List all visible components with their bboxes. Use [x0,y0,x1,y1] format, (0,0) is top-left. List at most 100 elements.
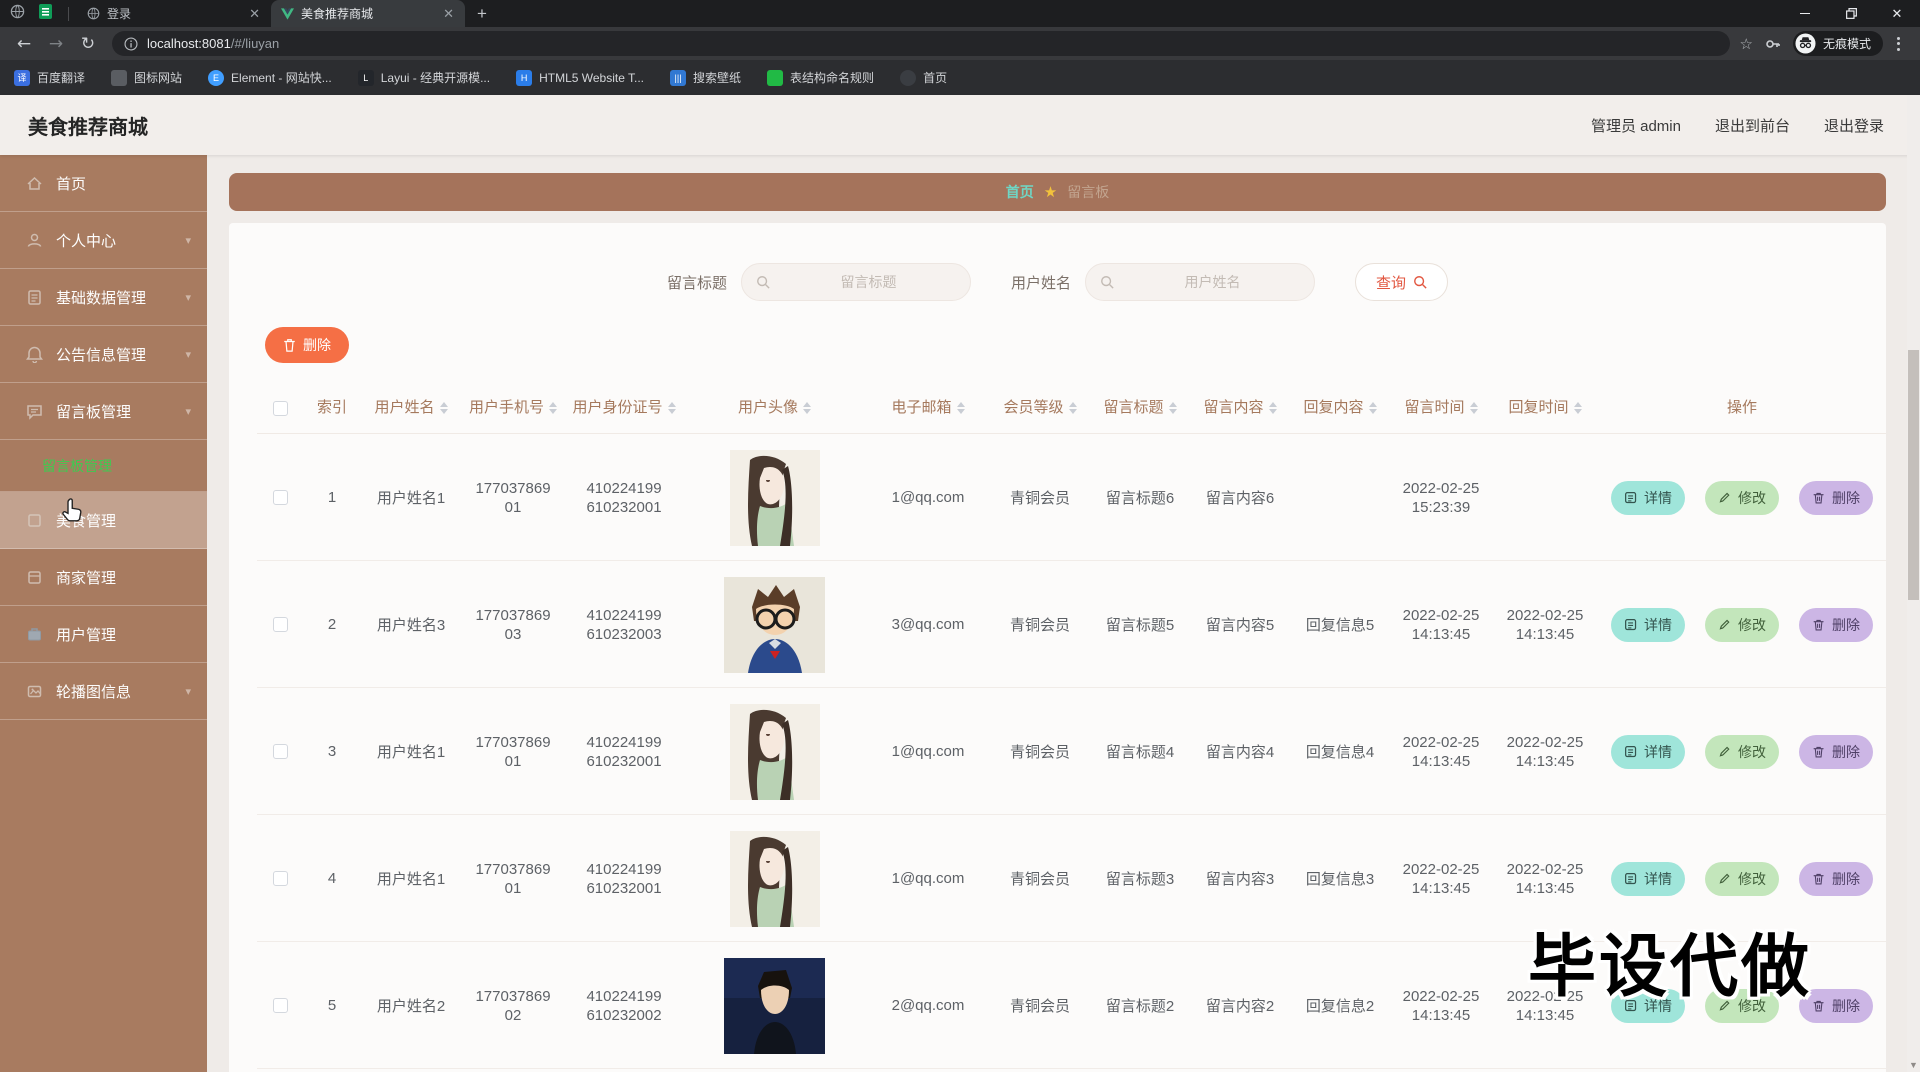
bookmark-item[interactable]: 表结构命名规则 [767,69,874,86]
tab-close-icon[interactable]: ✕ [246,6,263,22]
delete-button[interactable]: 删除 [265,327,349,363]
scrollbar-down-arrow[interactable]: ▼ [1907,1060,1920,1070]
detail-button[interactable]: 详情 [1611,734,1685,769]
row-checkbox[interactable] [272,744,288,759]
cell-message-content: 留言内容4 [1205,744,1275,761]
menu-dots-icon[interactable] [1887,36,1910,51]
query-button[interactable]: 查询 [1355,263,1449,301]
breadcrumb-home-link[interactable]: 首页 [1006,182,1034,202]
column-header-用户手机号[interactable]: 用户手机号 [461,397,565,419]
column-header-回复时间[interactable]: 回复时间 [1492,397,1598,419]
sort-caret-icon[interactable] [667,402,676,414]
bookmark-item[interactable]: ||| 搜索壁纸 [670,69,741,86]
sort-caret-icon[interactable] [1573,402,1582,414]
column-header-会员等级[interactable]: 会员等级 [990,397,1090,419]
tab-close-icon[interactable]: ✕ [440,6,457,22]
back-icon[interactable]: ← [10,34,38,54]
html5-favicon: H [516,69,533,86]
bookmark-item[interactable]: L Layui - 经典开源模... [357,69,490,86]
column-header-留言内容[interactable]: 留言内容 [1190,397,1290,419]
detail-button[interactable]: 详情 [1611,607,1685,642]
column-header-用户头像[interactable]: 用户头像 [683,397,866,419]
column-header-用户身份证号[interactable]: 用户身份证号 [565,397,683,419]
tab-food-mall-active[interactable]: 美食推荐商城 ✕ [271,0,465,27]
sort-caret-icon[interactable] [956,402,965,414]
sort-caret-icon[interactable] [1469,402,1478,414]
sidebar-item-基础数据管理[interactable]: 基础数据管理 ▾ [0,269,207,326]
incognito-badge[interactable]: 无痕模式 [1792,31,1883,56]
sidebar-item-商家管理[interactable]: 商家管理 [0,549,207,606]
detail-button[interactable]: 详情 [1611,861,1685,896]
bookmark-item[interactable]: 图标网站 [111,69,182,86]
cell-message-time: 2022-02-25 14:13:45 [1402,987,1480,1024]
column-header-用户姓名[interactable]: 用户姓名 [361,397,461,419]
delete-row-button[interactable]: 删除 [1799,861,1873,896]
edit-button[interactable]: 修改 [1705,607,1779,642]
key-icon[interactable] [1765,36,1781,52]
edit-button[interactable]: 修改 [1705,480,1779,515]
edit-button[interactable]: 修改 [1705,861,1779,896]
delete-row-button-label: 删除 [1832,870,1860,887]
sidebar-item-首页[interactable]: 首页 [0,155,207,212]
sidebar-item-用户管理[interactable]: 用户管理 [0,606,207,663]
row-checkbox[interactable] [272,871,288,886]
scrollbar-thumb[interactable] [1908,350,1919,600]
sort-caret-icon[interactable] [1068,402,1077,414]
column-header-留言标题[interactable]: 留言标题 [1090,397,1190,419]
sort-caret-icon[interactable] [1268,402,1277,414]
forward-icon[interactable]: → [42,34,70,54]
globe-pinned-tab-icon[interactable] [10,4,25,24]
sort-caret-icon[interactable] [549,402,557,414]
delete-row-button[interactable]: 删除 [1799,480,1873,515]
bookmark-star-icon[interactable]: ☆ [1740,35,1753,53]
new-tab-button[interactable]: + [465,0,499,27]
cell-reply-content: 回复信息5 [1305,617,1375,634]
sort-caret-icon[interactable] [439,402,448,414]
sidebar-item-美食管理[interactable]: 美食管理 [0,492,207,549]
info-icon[interactable] [124,36,138,51]
logout-link[interactable]: 退出登录 [1824,115,1884,136]
bookmark-item[interactable]: 译百度翻译 [14,69,85,86]
delete-row-button[interactable]: 删除 [1799,607,1873,642]
sidebar-item-留言板管理[interactable]: 留言板管理 [0,440,207,492]
edit-button-label: 修改 [1738,489,1766,506]
sidebar-item-公告信息管理[interactable]: 公告信息管理 ▾ [0,326,207,383]
user-name-input[interactable] [1120,273,1305,291]
column-header-电子邮箱[interactable]: 电子邮箱 [866,397,990,419]
row-checkbox[interactable] [272,490,288,505]
row-checkbox[interactable] [272,617,288,632]
page-scrollbar[interactable]: ▼ [1907,95,1920,1072]
column-header-回复内容[interactable]: 回复内容 [1290,397,1390,419]
admin-user-link[interactable]: 管理员 admin [1591,115,1681,136]
sort-caret-icon[interactable] [1368,402,1377,414]
delete-row-button[interactable]: 删除 [1799,734,1873,769]
vue-favicon [281,7,294,20]
row-checkbox[interactable] [272,998,288,1013]
edit-button[interactable]: 修改 [1705,734,1779,769]
sort-caret-icon[interactable] [1168,402,1177,414]
sheet-pinned-tab-icon[interactable] [39,3,52,24]
minimize-button[interactable] [1782,0,1828,27]
restore-button[interactable] [1828,0,1874,27]
bookmark-item[interactable]: 首页 [900,69,947,86]
bookmark-item[interactable]: E Element - 网站快... [208,69,332,86]
message-title-input[interactable] [775,273,961,291]
sidebar-item-留言板管理[interactable]: 留言板管理 ▾ [0,383,207,440]
tab-login[interactable]: 登录 ✕ [77,0,271,27]
sidebar-item-个人中心[interactable]: 个人中心 ▾ [0,212,207,269]
edit-button-label: 修改 [1738,743,1766,760]
detail-button[interactable]: 详情 [1611,480,1685,515]
close-window-button[interactable]: ✕ [1874,0,1920,27]
screen: 登录 ✕ 美食推荐商城 ✕ + ✕ ← → ↻ localhost:8081/#… [0,0,1920,1072]
exit-to-front-link[interactable]: 退出到前台 [1715,115,1790,136]
select-all-checkbox[interactable] [272,400,288,416]
bookmark-item[interactable]: H HTML5 Website T... [516,69,644,86]
chevron-down-icon: ▾ [185,291,191,304]
reload-icon[interactable]: ↻ [74,34,102,54]
sidebar-item-label: 公告信息管理 [56,346,147,364]
search-icon [1100,275,1114,289]
column-header-留言时间[interactable]: 留言时间 [1390,397,1492,419]
address-bar[interactable]: localhost:8081/#/liuyan [112,31,1730,56]
sidebar-item-轮播图信息[interactable]: 轮播图信息 ▾ [0,663,207,720]
sort-caret-icon[interactable] [803,402,811,414]
